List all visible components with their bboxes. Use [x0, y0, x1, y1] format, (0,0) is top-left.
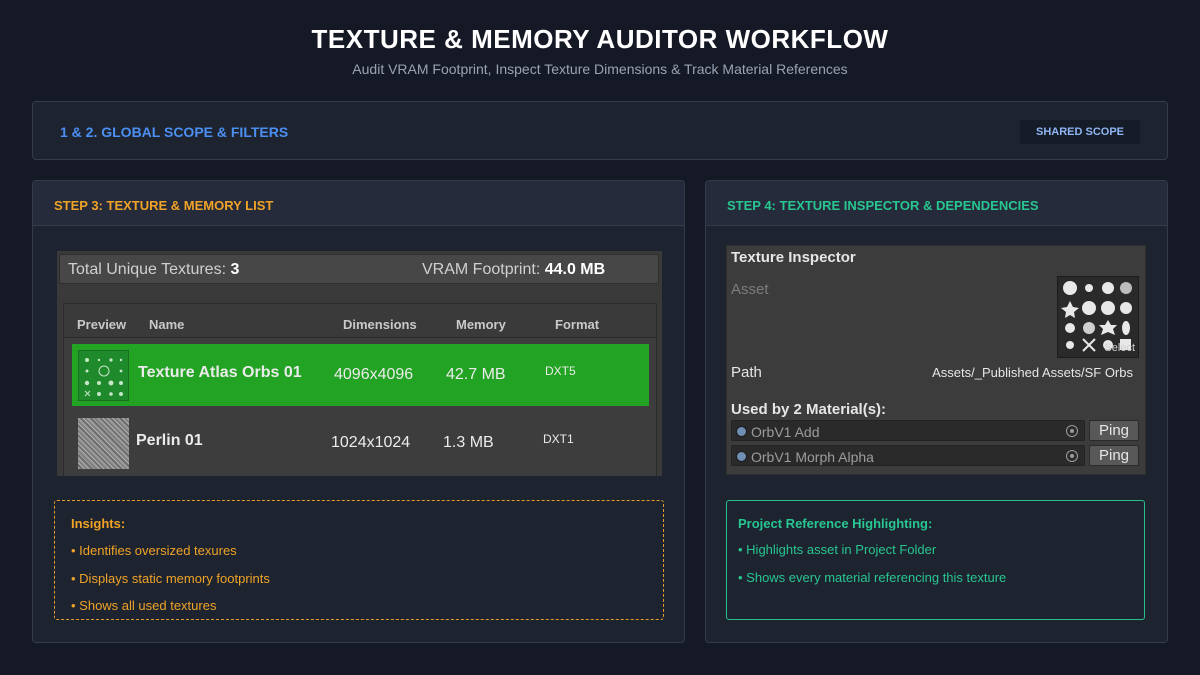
page-subtitle: Audit VRAM Footprint, Inspect Texture Di… — [352, 61, 848, 77]
texture-thumbnail — [78, 418, 129, 469]
material-icon — [736, 451, 747, 462]
column-header-name[interactable]: Name — [149, 317, 184, 332]
table-row[interactable]: Perlin 01 1024x1024 1.3 MB DXT1 — [72, 412, 649, 474]
path-value: Assets/_Published Assets/SF Orbs — [932, 365, 1133, 380]
texture-memory: 1.3 MB — [443, 434, 494, 451]
texture-format: DXT5 — [545, 364, 576, 378]
insight-item: • Identifies oversized texures — [71, 543, 237, 558]
shared-scope-badge: SHARED SCOPE — [1020, 120, 1140, 144]
vram-footprint-stat: VRAM Footprint: 44.0 MB — [422, 261, 606, 278]
texture-name: Texture Atlas Orbs 01 — [138, 364, 302, 381]
column-header-preview[interactable]: Preview — [77, 317, 126, 332]
scope-label: 1 & 2. GLOBAL SCOPE & FILTERS — [60, 124, 289, 140]
inspector-title: Texture Inspector — [731, 249, 856, 266]
step3-title: STEP 3: TEXTURE & MEMORY LIST — [54, 198, 274, 213]
step4-title: STEP 4: TEXTURE INSPECTOR & DEPENDENCIES — [727, 198, 1039, 213]
page-title: TEXTURE & MEMORY AUDITOR WORKFLOW — [311, 24, 889, 54]
texture-thumbnail — [78, 350, 129, 401]
material-field[interactable]: OrbV1 Morph Alpha — [731, 445, 1085, 466]
texture-preview-field[interactable]: Select — [1057, 276, 1139, 358]
texture-list-window: Total Unique Textures: 3 VRAM Footprint:… — [57, 251, 662, 476]
texture-format: DXT1 — [543, 432, 574, 446]
object-picker-icon[interactable] — [1066, 425, 1078, 437]
highlighting-heading: Project Reference Highlighting: — [738, 516, 933, 531]
used-by-heading: Used by 2 Material(s): — [731, 401, 887, 418]
texture-dimensions: 1024x1024 — [331, 434, 411, 451]
reference-highlighting-box: Project Reference Highlighting: • Highli… — [726, 500, 1145, 620]
ping-button[interactable]: Ping — [1089, 445, 1139, 466]
texture-list-header: STEP 3: TEXTURE & MEMORY LIST — [33, 181, 684, 226]
material-icon — [736, 426, 747, 437]
material-field[interactable]: OrbV1 Add — [731, 420, 1085, 441]
column-header-format[interactable]: Format — [555, 317, 599, 332]
highlighting-item: • Shows every material referencing this … — [738, 570, 1007, 585]
highlighting-item: • Highlights asset in Project Folder — [738, 542, 937, 557]
asset-label: Asset — [731, 281, 769, 298]
select-label[interactable]: Select — [1104, 342, 1135, 354]
table-header: Preview Name Dimensions Memory Format — [64, 304, 656, 338]
texture-dimensions: 4096x4096 — [334, 366, 414, 383]
texture-inspector-window: Texture Inspector Asset Select Path Asse… — [726, 245, 1146, 475]
insights-heading: Insights: — [71, 516, 126, 531]
column-header-dimensions[interactable]: Dimensions — [343, 317, 417, 332]
insight-item: • Displays static memory footprints — [71, 571, 270, 586]
column-header-memory[interactable]: Memory — [456, 317, 506, 332]
object-picker-icon[interactable] — [1066, 450, 1078, 462]
texture-memory: 42.7 MB — [446, 366, 506, 383]
texture-name: Perlin 01 — [136, 432, 203, 449]
material-name: OrbV1 Add — [751, 424, 820, 440]
texture-table: Preview Name Dimensions Memory Format Te… — [63, 303, 657, 476]
texture-inspector-header: STEP 4: TEXTURE INSPECTOR & DEPENDENCIES — [706, 181, 1167, 226]
unique-textures-stat: Total Unique Textures: 3 — [68, 261, 240, 278]
table-row[interactable]: Texture Atlas Orbs 01 4096x4096 42.7 MB … — [72, 344, 649, 406]
global-scope-panel: 1 & 2. GLOBAL SCOPE & FILTERS SHARED SCO… — [32, 101, 1168, 160]
insight-item: • Shows all used textures — [71, 598, 217, 613]
insights-box: Insights: • Identifies oversized texures… — [54, 500, 664, 620]
ping-button[interactable]: Ping — [1089, 420, 1139, 441]
path-label: Path — [731, 364, 762, 381]
summary-bar: Total Unique Textures: 3 VRAM Footprint:… — [59, 254, 659, 284]
material-name: OrbV1 Morph Alpha — [751, 449, 874, 465]
